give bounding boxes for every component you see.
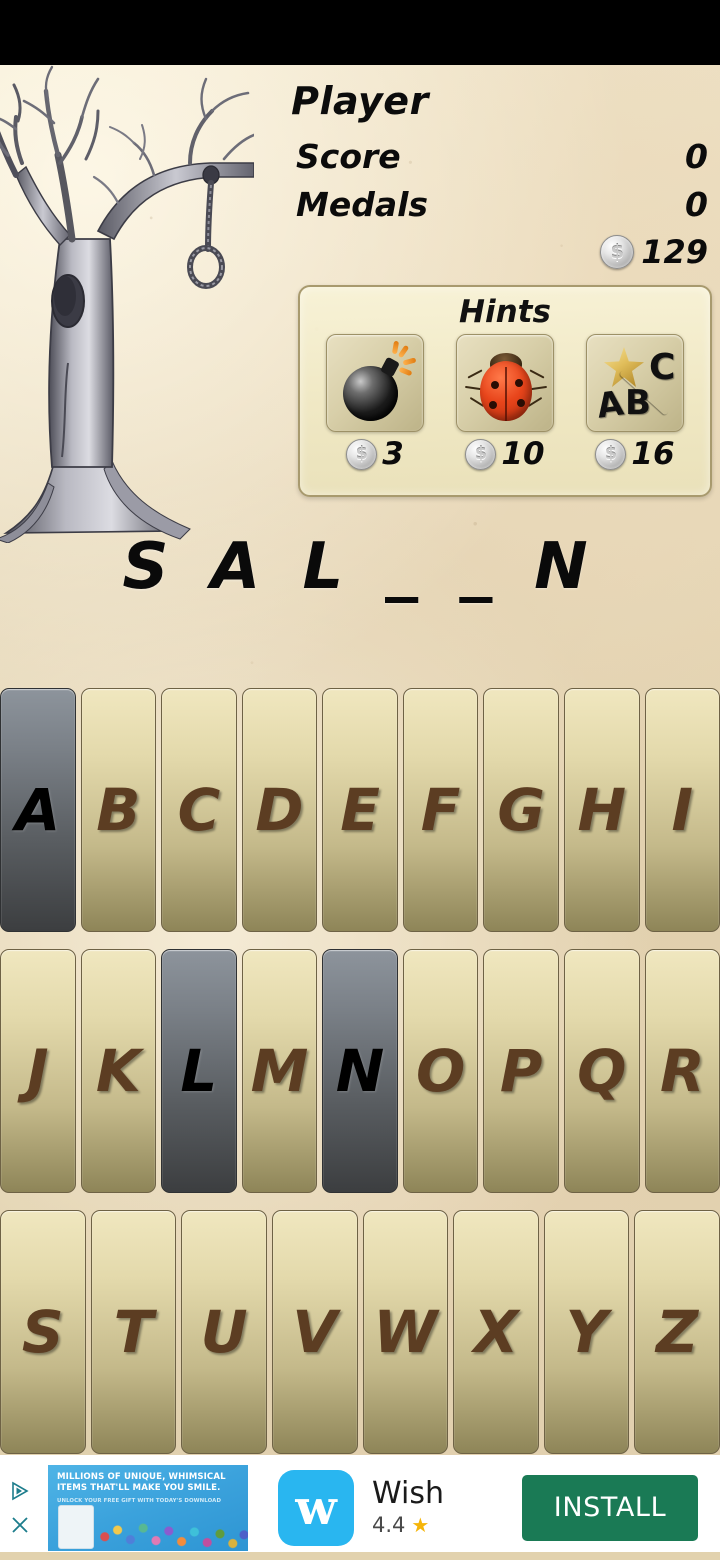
- score-value: 0: [685, 137, 708, 176]
- ad-app-rating: 4.4 ★: [372, 1513, 522, 1537]
- key-o[interactable]: O: [402, 949, 479, 1193]
- magic-wand-abc-icon[interactable]: A B C: [586, 334, 684, 432]
- ad-creative-headline: MILLIONS OF UNIQUE, WHIMSICAL ITEMS THAT…: [57, 1471, 226, 1493]
- medals-label: Medals: [296, 185, 429, 224]
- key-c[interactable]: C: [161, 688, 237, 932]
- bottom-strip: [0, 1552, 720, 1560]
- bomb-spark: [398, 366, 413, 377]
- key-u[interactable]: U: [181, 1210, 267, 1454]
- hints-row: $ 3 $ 10 A B C $ 16: [300, 334, 710, 472]
- hangman-game-screen: Player Score 0 Medals 0 $ 129 Hints $ 3 …: [0, 0, 720, 1560]
- coin-balance-value: 129: [641, 233, 708, 271]
- key-f[interactable]: F: [402, 688, 479, 932]
- key-m[interactable]: M: [241, 949, 318, 1193]
- silver-coin-icon: $: [595, 438, 627, 470]
- ladybug-leg: [464, 385, 482, 391]
- medals-value: 0: [685, 185, 708, 224]
- hangman-tree-noose-illustration: [0, 65, 254, 543]
- key-w[interactable]: W: [362, 1210, 449, 1454]
- score-label: Score: [296, 137, 401, 176]
- ladybug-spot: [491, 381, 499, 389]
- hint-ladybug-cost: $ 10: [456, 436, 554, 472]
- key-i[interactable]: I: [644, 688, 720, 932]
- key-n: N: [322, 949, 398, 1193]
- abc-letter-a: A: [594, 383, 626, 427]
- coin-balance: $ 129: [600, 233, 708, 271]
- wish-app-icon[interactable]: w: [278, 1469, 354, 1546]
- ad-rating-value: 4.4: [372, 1513, 406, 1538]
- word-display: S A L _ _ N: [122, 530, 598, 604]
- hint-reveal-letter[interactable]: A B C $ 16: [586, 334, 684, 472]
- key-e[interactable]: E: [322, 688, 398, 932]
- key-r[interactable]: R: [644, 949, 720, 1193]
- silver-coin-icon: $: [465, 438, 497, 470]
- ad-controls: [0, 1455, 40, 1560]
- ad-creative-products-swoosh: [92, 1506, 248, 1551]
- ladybug-spot: [489, 401, 497, 409]
- key-b[interactable]: B: [80, 688, 157, 932]
- bomb-spark: [397, 344, 410, 359]
- bomb-spark: [391, 340, 400, 355]
- ladybug-spot: [515, 379, 523, 387]
- ladybug-icon[interactable]: [456, 334, 554, 432]
- key-k[interactable]: K: [80, 949, 157, 1193]
- key-s[interactable]: S: [0, 1210, 86, 1454]
- close-x-icon[interactable]: [10, 1515, 30, 1535]
- abc-letter-b: B: [625, 383, 651, 423]
- key-x[interactable]: X: [453, 1210, 539, 1454]
- ladybug-leg: [467, 369, 483, 379]
- key-d[interactable]: D: [241, 688, 318, 932]
- ladybug-leg: [530, 385, 548, 391]
- hints-panel: Hints $ 3 $ 10 A B C $ 16: [298, 285, 712, 497]
- key-y[interactable]: Y: [543, 1210, 630, 1454]
- ad-creative-image[interactable]: MILLIONS OF UNIQUE, WHIMSICAL ITEMS THAT…: [48, 1464, 248, 1551]
- keyboard-row-3: STUVWXYZ: [0, 1210, 720, 1454]
- key-q[interactable]: Q: [563, 949, 640, 1193]
- letter-keyboard: ABCDEFGHI JKLMNOPQR STUVWXYZ: [0, 688, 720, 1455]
- abc-letter-c: C: [649, 347, 676, 388]
- hints-title: Hints: [459, 294, 551, 330]
- ad-banner[interactable]: MILLIONS OF UNIQUE, WHIMSICAL ITEMS THAT…: [0, 1455, 720, 1560]
- key-t[interactable]: T: [90, 1210, 177, 1454]
- ladybug-wing-split: [505, 367, 507, 421]
- keyboard-row-2: JKLMNOPQR: [0, 949, 720, 1193]
- keyboard-row-1: ABCDEFGHI: [0, 688, 720, 932]
- star-icon: ★: [411, 1513, 430, 1538]
- wand-star: [604, 347, 644, 387]
- key-j[interactable]: J: [0, 949, 76, 1193]
- key-a: A: [0, 688, 76, 932]
- game-surface: Player Score 0 Medals 0 $ 129 Hints $ 3 …: [0, 65, 720, 1455]
- key-p[interactable]: P: [483, 949, 559, 1193]
- ad-app-info: Wish 4.4 ★: [372, 1478, 522, 1538]
- key-h[interactable]: H: [563, 688, 640, 932]
- hint-bomb-cost-value: 3: [382, 436, 404, 472]
- key-z[interactable]: Z: [634, 1210, 720, 1454]
- key-g[interactable]: G: [483, 688, 559, 932]
- hint-reveal-letter-cost-value: 16: [631, 436, 675, 472]
- bomb-icon[interactable]: [326, 334, 424, 432]
- bomb-spark: [402, 357, 417, 366]
- silver-coin-icon: $: [346, 438, 378, 470]
- score-row: Score 0: [296, 137, 708, 176]
- hint-reveal-letter-cost: $ 16: [586, 436, 684, 472]
- hint-bomb[interactable]: $ 3: [326, 334, 424, 472]
- adchoices-triangle-icon[interactable]: [10, 1481, 30, 1501]
- ladybug-spot: [517, 399, 525, 407]
- key-l: L: [161, 949, 237, 1193]
- ladybug-leg: [529, 369, 545, 379]
- ad-creative-phone: [58, 1504, 94, 1549]
- silver-coin-icon: $: [600, 235, 635, 269]
- medals-row: Medals 0: [296, 185, 708, 224]
- hint-ladybug-cost-value: 10: [501, 436, 545, 472]
- status-bar: [0, 0, 720, 65]
- hint-bomb-cost: $ 3: [326, 436, 424, 472]
- player-name: Player: [291, 79, 429, 123]
- key-v[interactable]: V: [271, 1210, 358, 1454]
- hint-ladybug[interactable]: $ 10: [456, 334, 554, 472]
- ad-app-name: Wish: [372, 1475, 444, 1511]
- install-button[interactable]: INSTALL: [522, 1474, 698, 1541]
- ad-creative-subline: UNLOCK YOUR FREE GIFT WITH TODAY'S DOWNL…: [57, 1497, 222, 1504]
